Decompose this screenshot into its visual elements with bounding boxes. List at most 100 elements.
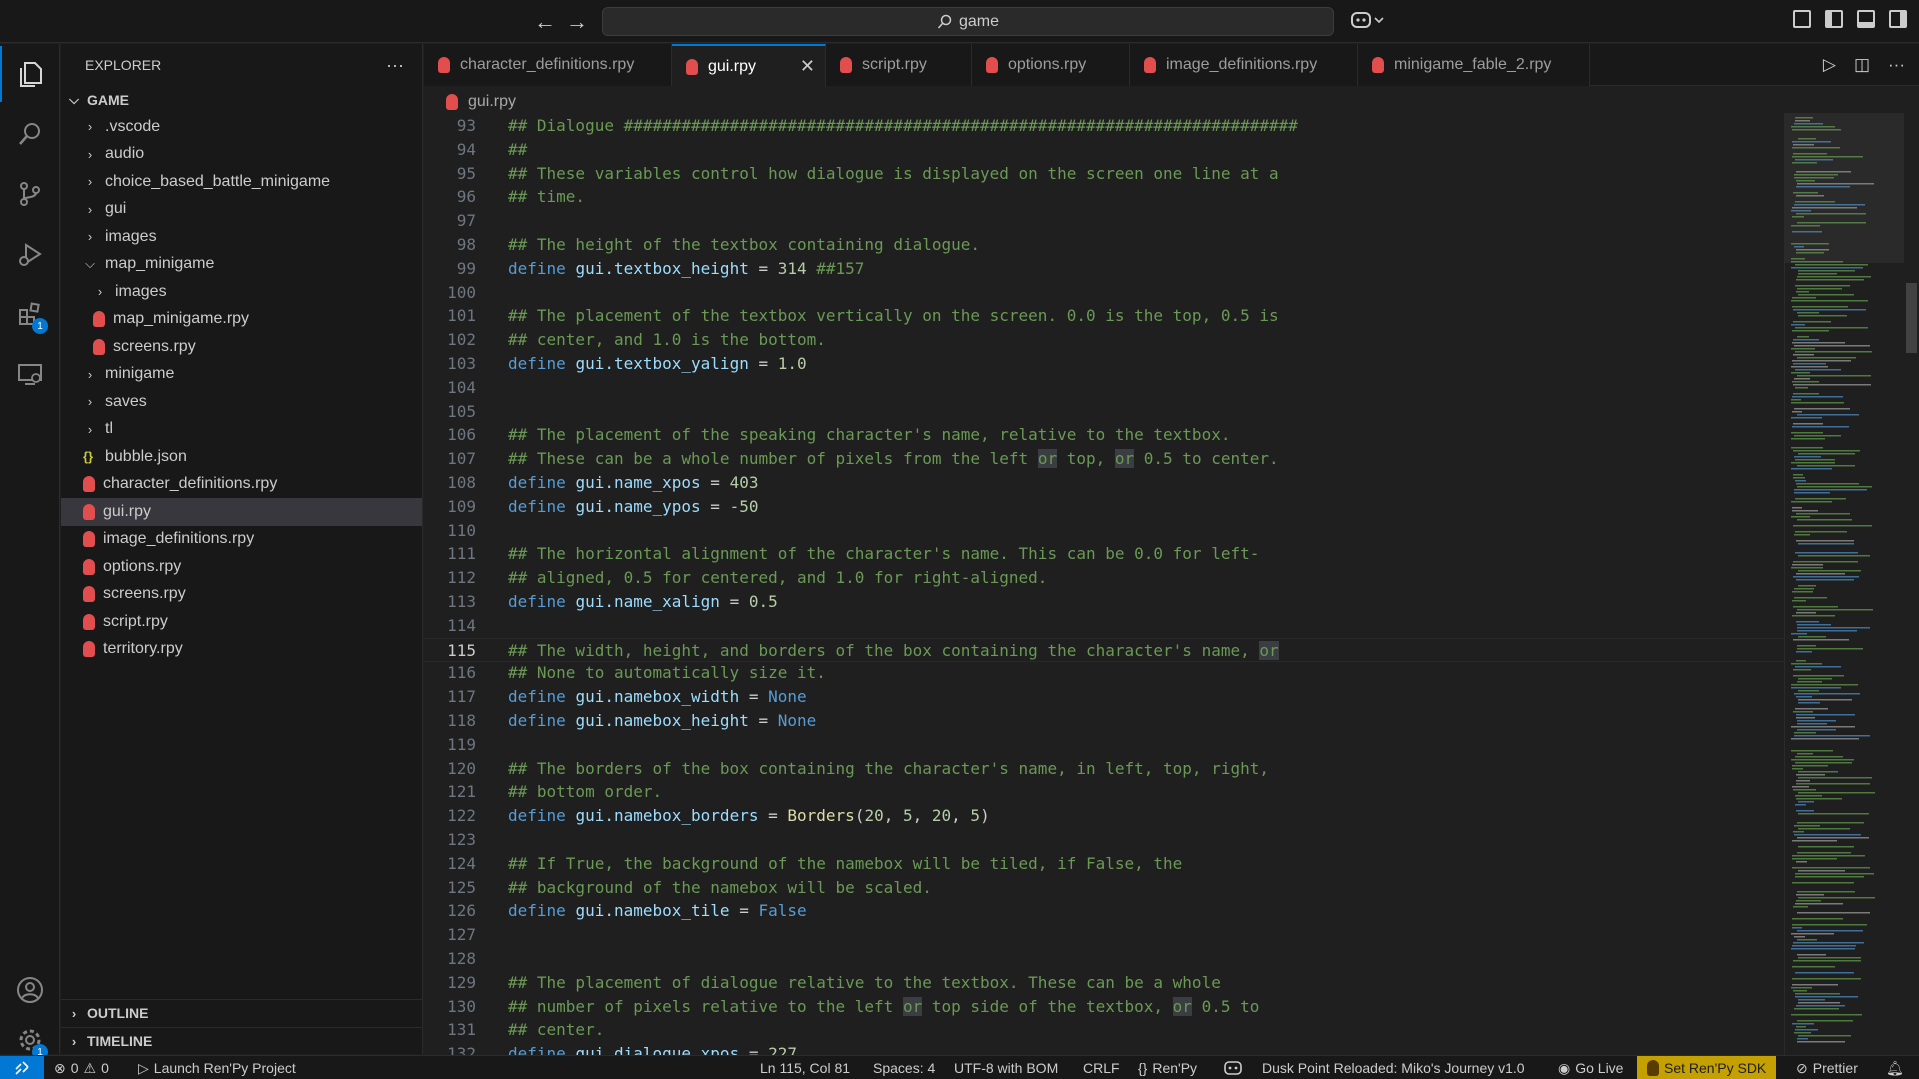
tree-folder[interactable]: › saves <box>61 388 422 416</box>
timeline-section[interactable]: › TIMELINE <box>61 1027 423 1054</box>
workspace-root[interactable]: ⌵ GAME <box>61 86 422 113</box>
copilot-status-icon[interactable] <box>1224 1056 1242 1079</box>
code-line[interactable]: 122 define gui.namebox_borders = Borders(… <box>424 804 1784 828</box>
tree-file[interactable]: map_minigame.rpy <box>61 306 422 334</box>
accounts-icon[interactable] <box>0 962 60 1018</box>
explorer-icon[interactable] <box>0 46 60 102</box>
code-line[interactable]: 93 ## Dialogue ##########################… <box>424 114 1784 138</box>
editor-tab[interactable]: minigame_fable_2.rpy <box>1358 44 1590 86</box>
tree-file[interactable]: screens.rpy <box>61 581 422 609</box>
code-line[interactable]: 126 define gui.namebox_tile = False <box>424 899 1784 923</box>
code-line[interactable]: 102 ## center, and 1.0 is the bottom. <box>424 328 1784 352</box>
code-line[interactable]: 99 define gui.textbox_height = 314 ##157 <box>424 257 1784 281</box>
scrollbar-thumb[interactable] <box>1906 283 1917 353</box>
code-line[interactable]: 110 <box>424 519 1784 543</box>
line-ending[interactable]: CRLF <box>1083 1056 1120 1079</box>
command-center-search[interactable]: game <box>602 7 1334 36</box>
code-line[interactable]: 94 ## <box>424 138 1784 162</box>
launch-renpy-button[interactable]: ▷ Launch Ren'Py Project <box>138 1056 296 1079</box>
tree-file[interactable]: screens.rpy <box>61 333 422 361</box>
code-line[interactable]: 98 ## The height of the textbox containin… <box>424 233 1784 257</box>
editor-tab[interactable]: script.rpy <box>826 44 972 86</box>
tree-folder[interactable]: › images <box>61 278 422 306</box>
code-line[interactable]: 103 define gui.textbox_yalign = 1.0 <box>424 352 1784 376</box>
source-control-icon[interactable] <box>0 166 60 222</box>
code-line[interactable]: 105 <box>424 400 1784 424</box>
toggle-primary-sidebar-icon[interactable] <box>1825 10 1843 28</box>
tree-folder[interactable]: ⌵ map_minigame <box>61 251 422 279</box>
code-line[interactable]: 117 define gui.namebox_width = None <box>424 685 1784 709</box>
code-line[interactable]: 104 <box>424 376 1784 400</box>
tree-file[interactable]: territory.rpy <box>61 636 422 664</box>
tree-folder[interactable]: › choice_based_battle_minigame <box>61 168 422 196</box>
code-line[interactable]: 100 <box>424 281 1784 305</box>
close-tab-icon[interactable]: ✕ <box>800 56 815 77</box>
tree-file[interactable]: script.rpy <box>61 608 422 636</box>
tree-file[interactable]: character_definitions.rpy <box>61 471 422 499</box>
breadcrumb-file[interactable]: gui.rpy <box>468 93 516 111</box>
code-line[interactable]: 95 ## These variables control how dialogu… <box>424 162 1784 186</box>
code-line[interactable]: 108 define gui.name_xpos = 403 <box>424 471 1784 495</box>
tree-file[interactable]: {} bubble.json <box>61 443 422 471</box>
code-line[interactable]: 109 define gui.name_ypos = -50 <box>424 495 1784 519</box>
code-line[interactable]: 111 ## The horizontal alignment of the ch… <box>424 542 1784 566</box>
indentation[interactable]: Spaces: 4 <box>873 1056 935 1079</box>
project-name[interactable]: Dusk Point Reloaded: Miko's Journey v1.0 <box>1262 1056 1525 1079</box>
editor-tab[interactable]: options.rpy <box>972 44 1130 86</box>
toggle-secondary-sidebar-icon[interactable] <box>1889 10 1907 28</box>
tree-folder[interactable]: › minigame <box>61 361 422 389</box>
tree-folder[interactable]: › tl <box>61 416 422 444</box>
code-line[interactable]: 96 ## time. <box>424 185 1784 209</box>
tree-folder[interactable]: › audio <box>61 141 422 169</box>
more-actions-button[interactable]: ··· <box>386 55 404 76</box>
code-line[interactable]: 116 ## None to automatically size it. <box>424 661 1784 685</box>
code-line[interactable]: 118 define gui.namebox_height = None <box>424 709 1784 733</box>
code-line[interactable]: 128 <box>424 947 1784 971</box>
customize-layout-icon[interactable] <box>1793 10 1811 28</box>
code-line[interactable]: 127 <box>424 923 1784 947</box>
run-icon[interactable]: ▷ <box>1823 55 1836 75</box>
editor-tab[interactable]: character_definitions.rpy <box>424 44 672 86</box>
language-mode[interactable]: {} Ren'Py <box>1138 1056 1197 1079</box>
code-line[interactable]: 130 ## number of pixels relative to the l… <box>424 995 1784 1019</box>
code-line[interactable]: 112 ## aligned, 0.5 for centered, and 1.0… <box>424 566 1784 590</box>
code-line[interactable]: 97 <box>424 209 1784 233</box>
code-line[interactable]: 132 define gui.dialogue_xpos = 227 <box>424 1042 1784 1055</box>
code-line[interactable]: 106 ## The placement of the speaking char… <box>424 423 1784 447</box>
split-editor-icon[interactable]: ◫ <box>1854 55 1870 75</box>
code-line[interactable]: 115 ## The width, height, and borders of … <box>424 637 1784 662</box>
code-line[interactable]: 124 ## If True, the background of the nam… <box>424 852 1784 876</box>
back-button[interactable]: ← <box>534 9 556 35</box>
remote-indicator[interactable] <box>0 1056 44 1079</box>
extensions-icon[interactable]: 1 <box>0 286 60 342</box>
editor-scrollbar[interactable] <box>1904 113 1919 1055</box>
editor-tab[interactable]: image_definitions.rpy <box>1130 44 1358 86</box>
editor-tab[interactable]: gui.rpy ✕ <box>672 44 826 87</box>
copilot-icon[interactable] <box>1350 10 1386 35</box>
outline-section[interactable]: › OUTLINE <box>61 999 423 1026</box>
tree-folder[interactable]: › gui <box>61 196 422 224</box>
forward-button[interactable]: → <box>566 9 588 35</box>
tree-file[interactable]: image_definitions.rpy <box>61 526 422 554</box>
toggle-panel-icon[interactable] <box>1857 10 1875 28</box>
code-line[interactable]: 114 <box>424 614 1784 638</box>
code-line[interactable]: 129 ## The placement of dialogue relative… <box>424 971 1784 995</box>
minimap-viewport[interactable] <box>1785 113 1905 263</box>
tree-file[interactable]: gui.rpy <box>61 498 422 526</box>
tree-folder[interactable]: › images <box>61 223 422 251</box>
code-line[interactable]: 107 ## These can be a whole number of pix… <box>424 447 1784 471</box>
more-actions-icon[interactable]: ··· <box>1888 55 1905 75</box>
code-line[interactable]: 121 ## bottom order. <box>424 780 1784 804</box>
search-icon[interactable] <box>0 106 60 162</box>
code-line[interactable]: 113 define gui.name_xalign = 0.5 <box>424 590 1784 614</box>
run-debug-icon[interactable] <box>0 226 60 282</box>
minimap[interactable] <box>1784 113 1905 1055</box>
set-renpy-sdk-button[interactable]: Set Ren'Py SDK <box>1637 1056 1777 1079</box>
go-live-button[interactable]: ◉ Go Live <box>1558 1056 1623 1079</box>
code-line[interactable]: 120 ## The borders of the box containing … <box>424 757 1784 781</box>
breadcrumb[interactable]: gui.rpy <box>424 88 516 116</box>
code-line[interactable]: 119 <box>424 733 1784 757</box>
prettier-button[interactable]: ⊘ Prettier <box>1796 1056 1858 1079</box>
code-line[interactable]: 125 ## background of the namebox will be … <box>424 876 1784 900</box>
tree-file[interactable]: options.rpy <box>61 553 422 581</box>
